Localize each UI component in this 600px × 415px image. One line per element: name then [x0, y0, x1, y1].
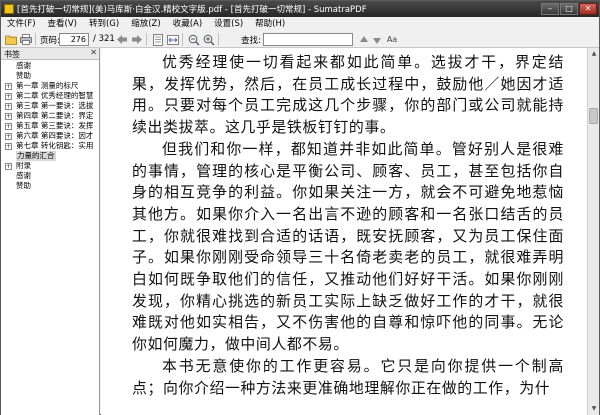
toolbar-separator [146, 33, 147, 46]
sidebar-title: 书签 [4, 50, 20, 59]
bookmark-item[interactable]: 感谢 [1, 171, 99, 181]
window-title: [首先打破一切常规](美)马库斯·白金汉.精校文字版.pdf - [首先打破一切… [17, 5, 367, 15]
title-bar[interactable]: [首先打破一切常规](美)马库斯·白金汉.精校文字版.pdf - [首先打破一切… [1, 1, 599, 17]
fit-page-icon[interactable] [151, 33, 164, 46]
find-prev-icon[interactable] [357, 33, 370, 46]
toolbar-separator [35, 33, 36, 46]
bookmark-item[interactable]: + 第五章 第三要诀：发挥 [1, 121, 99, 131]
bookmark-item[interactable]: 感谢 [1, 61, 99, 71]
sidebar-header: 书签 ✕ [1, 48, 99, 60]
next-page-icon[interactable] [130, 33, 143, 46]
document-paragraph: 本书无意使你的工作更容易。它只是向你提供一个制高点；向你介绍一种方法来更准确地理… [132, 356, 564, 397]
match-case-icon[interactable]: Aa [385, 33, 399, 46]
bookmark-label: 第二章 优秀经理的智慧 [16, 91, 94, 100]
bookmark-item[interactable]: 力量的汇合 [1, 151, 99, 161]
expand-icon[interactable]: + [5, 143, 12, 150]
document-view[interactable]: 优秀经理使一切看起来都如此简单。选拔才干，界定结果，发挥优势，然后，在员工成长过… [101, 48, 587, 415]
scrollbar-thumb[interactable] [589, 108, 598, 124]
bookmark-item[interactable]: + 第七章 转化钥匙：实用 [1, 141, 99, 151]
vertical-scrollbar[interactable]: ▲ ▼ [587, 48, 599, 415]
zoom-out-icon[interactable] [187, 33, 200, 46]
find-label: 查找: [241, 36, 261, 46]
document-paragraph: 但我们和你一样，都知道并非如此简单。管好别人是很难的事情，管理的核心是平衡公司、… [132, 139, 564, 354]
bookmark-item[interactable]: + 第四章 第二要诀：界定 [1, 111, 99, 121]
scroll-up-icon[interactable]: ▲ [589, 49, 599, 59]
bookmark-label: 第一章 测量的标尺 [16, 81, 79, 90]
bookmark-item[interactable]: + 第三章 第一要诀：选拔 [1, 101, 99, 111]
menu-goto[interactable]: 转到(G) [83, 17, 125, 31]
expand-icon[interactable]: + [5, 83, 12, 90]
bookmark-label: 第六章 第四要诀：因才 [16, 131, 94, 140]
minimize-icon[interactable]: – [541, 3, 559, 15]
bookmark-label: 感谢 [16, 171, 31, 180]
menu-favorites[interactable]: 收藏(A) [167, 17, 208, 31]
bookmark-label: 第四章 第二要诀：界定 [16, 111, 94, 120]
toolbar-separator [182, 33, 183, 46]
bookmark-label: 第五章 第三要诀：发挥 [16, 121, 94, 130]
menu-help[interactable]: 帮助(H) [249, 17, 291, 31]
toolbar: 页码: 276 / 321 查找: Aa [1, 31, 599, 48]
document-paragraph: 优秀经理使一切看起来都如此简单。选拔才干，界定结果，发挥优势，然后，在员工成长过… [132, 53, 564, 137]
toolbar-separator [218, 33, 219, 46]
bookmark-item[interactable]: 赞助 [1, 71, 99, 81]
expand-icon[interactable]: + [5, 103, 12, 110]
expand-icon[interactable]: + [5, 163, 12, 170]
expand-icon[interactable]: + [5, 113, 12, 120]
find-input[interactable] [263, 33, 353, 46]
page-label: 页码: [40, 36, 60, 46]
bookmark-item[interactable]: + 第二章 优秀经理的智慧 [1, 91, 99, 101]
app-icon[interactable] [4, 4, 14, 14]
page-number-input[interactable]: 276 [59, 33, 89, 46]
bookmark-label: 力量的汇合 [16, 151, 56, 161]
menu-zoom[interactable]: 缩放(Z) [125, 17, 166, 31]
bookmark-label: 赞助 [16, 71, 31, 80]
maximize-icon[interactable]: □ [560, 3, 578, 15]
app-window: [首先打破一切常规](美)马库斯·白金汉.精校文字版.pdf - [首先打破一切… [0, 0, 600, 415]
fit-width-icon[interactable] [166, 33, 179, 46]
menu-settings[interactable]: 设置(S) [208, 17, 249, 31]
scroll-down-icon[interactable]: ▼ [589, 404, 599, 414]
bookmark-label: 感谢 [16, 61, 31, 70]
bookmark-label: 第三章 第一要诀：选拔 [16, 101, 94, 110]
open-folder-icon[interactable] [4, 33, 17, 46]
expand-icon[interactable]: + [5, 133, 12, 140]
caption-buttons: – □ ✕ [540, 3, 597, 15]
page-total: / 321 [93, 34, 115, 44]
bookmark-label: 第七章 转化钥匙：实用 [16, 141, 94, 150]
expand-icon[interactable]: + [5, 123, 12, 130]
bookmark-item[interactable]: + 附录 [1, 161, 99, 171]
prev-page-icon[interactable] [115, 33, 128, 46]
bookmark-item[interactable]: 赞助 [1, 181, 99, 191]
menu-bar: 文件(F) 查看(V) 转到(G) 缩放(Z) 收藏(A) 设置(S) 帮助(H) [1, 17, 599, 31]
menu-view[interactable]: 查看(V) [42, 17, 83, 31]
zoom-in-icon[interactable] [202, 33, 215, 46]
bookmark-label: 赞助 [16, 181, 31, 190]
bookmark-tree: 感谢 赞助 + 第一章 测量的标尺 + 第二章 优秀经理的智慧 + 第三章 第一要诀：选拔 + 第… [1, 60, 99, 191]
bookmark-label: 附录 [16, 161, 31, 170]
page-text: 优秀经理使一切看起来都如此简单。选拔才干，界定结果，发挥优势，然后，在员工成长过… [132, 52, 564, 399]
close-sidebar-icon[interactable]: ✕ [90, 48, 97, 57]
close-icon[interactable]: ✕ [579, 3, 597, 15]
bookmark-item[interactable]: + 第六章 第四要诀：因才 [1, 131, 99, 141]
bookmark-item[interactable]: + 第一章 测量的标尺 [1, 81, 99, 91]
print-icon[interactable] [19, 33, 32, 46]
find-next-icon[interactable] [370, 33, 383, 46]
expand-icon[interactable]: + [5, 93, 12, 100]
menu-file[interactable]: 文件(F) [1, 17, 42, 31]
bookmarks-sidebar: 书签 ✕ 感谢 赞助 + 第一章 测量的标尺 + 第二章 优秀经理的智慧 + 第三章 第一要诀… [1, 48, 100, 415]
